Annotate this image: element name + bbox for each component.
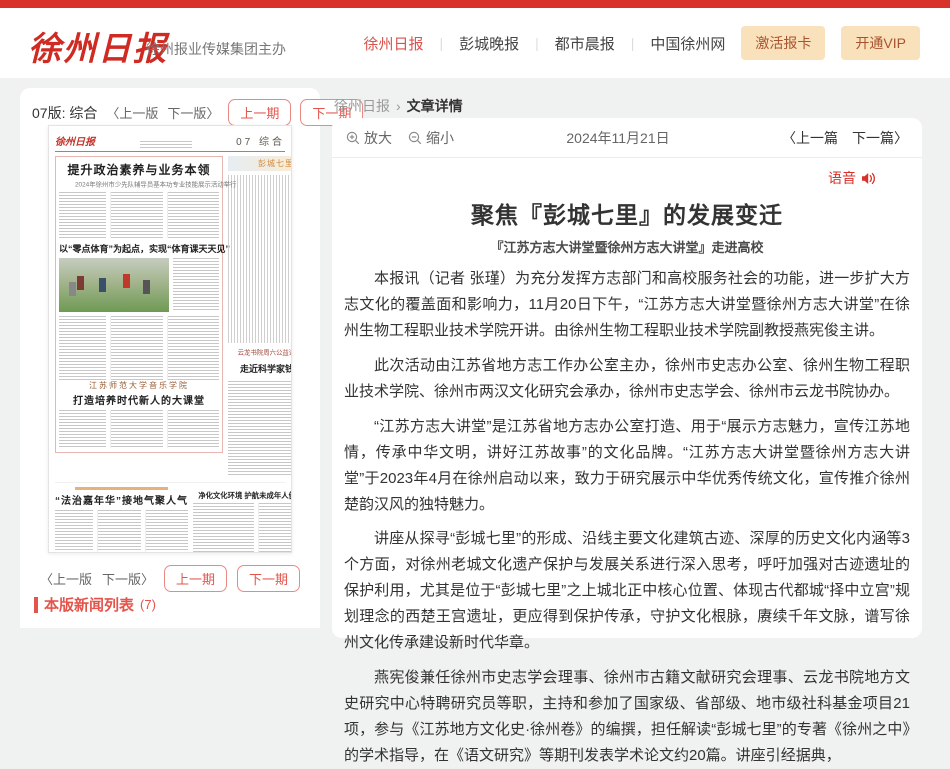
thumb-vertical-headline-block: 『江苏方志大讲堂暨徐州方志大讲堂』走进高校 聚焦『彭城七里』的发展变迁 bbox=[228, 175, 292, 343]
page-label: 07版: 综合 bbox=[32, 103, 97, 123]
breadcrumb-separator: › bbox=[396, 98, 401, 114]
thumb-photo bbox=[59, 258, 169, 312]
page-preview-panel: 07版: 综合 〈上一版 下一版〉 上一期 下一期 徐州日报 07 综合 提升政… bbox=[20, 88, 320, 628]
next-page-link-bottom[interactable]: 下一版〉 bbox=[102, 569, 154, 588]
nav-item-city-morning[interactable]: 都市晨报 bbox=[555, 33, 615, 54]
news-list-title: 本版新闻列表 bbox=[44, 594, 134, 615]
thumb-text-columns bbox=[59, 192, 219, 238]
page-nav-bottom: 〈上一版 下一版〉 上一期 下一期 bbox=[20, 565, 320, 592]
article-paragraph: 燕宪俊兼任徐州市史志学会理事、徐州市古籍文献研究会理事、云龙书院地方文史研究中心… bbox=[344, 665, 910, 769]
thumb-lead-article: 提升政治素养与业务本领 2024年徐州市少先队辅导员基本功专业技能展示活动举行 … bbox=[55, 156, 223, 453]
thumb-text-columns bbox=[193, 503, 292, 553]
thumb-headline-5: “法治嘉年华”接地气聚人气 bbox=[55, 492, 188, 507]
breadcrumb: 徐州日报 › 文章详情 bbox=[334, 96, 463, 116]
prev-page-link-bottom[interactable]: 〈上一版 bbox=[40, 569, 92, 588]
thumb-text-columns bbox=[59, 316, 219, 380]
voice-button[interactable]: 语音 bbox=[828, 168, 876, 188]
zoom-in-label: 放大 bbox=[364, 128, 392, 148]
prev-issue-button-bottom[interactable]: 上一期 bbox=[164, 565, 227, 592]
news-list-heading: 本版新闻列表 (7) bbox=[34, 594, 156, 615]
article-paragraph: “江苏方志大讲堂”是江苏省地方志办公室打造、用于“展示方志魅力，宣传江苏地情，传… bbox=[344, 414, 910, 518]
thumb-bottom-left-article: “法治嘉年华”接地气聚人气 bbox=[55, 487, 188, 553]
thumb-headline-1: 提升政治素养与业务本领 bbox=[59, 161, 219, 178]
voice-label: 语音 bbox=[828, 168, 856, 188]
thumb-subhead-1: 2024年徐州市少先队辅导员基本功专业技能展示活动举行 bbox=[75, 180, 203, 189]
zoom-out-button[interactable]: 缩小 bbox=[408, 128, 454, 148]
thumb-kicker-4: 云龙书院周六公益讲座预告 bbox=[238, 348, 292, 357]
news-list-accent-bar bbox=[34, 597, 38, 613]
zoom-out-label: 缩小 bbox=[426, 128, 454, 148]
nav-item-china-xuzhou-net[interactable]: 中国徐州网 bbox=[650, 33, 725, 54]
article-toolbar: 放大 缩小 2024年11月21日 〈上一篇 下一篇〉 bbox=[332, 118, 922, 158]
nav-separator: | bbox=[535, 35, 539, 51]
thumb-headline-3: 打造培养时代新人的大课堂 bbox=[59, 392, 219, 407]
thumb-masthead: 徐州日报 07 综合 bbox=[55, 133, 285, 152]
thumb-text-columns bbox=[55, 510, 188, 553]
top-accent-bar bbox=[0, 0, 950, 8]
zoom-in-button[interactable]: 放大 bbox=[346, 128, 392, 148]
article-title: 聚焦『彭城七里』的发展变迁 bbox=[362, 196, 892, 230]
next-article-link[interactable]: 下一篇〉 bbox=[852, 128, 908, 148]
thumb-text-col bbox=[173, 258, 219, 312]
article-subtitle: 『江苏方志大讲堂暨徐州方志大讲堂』走进高校 bbox=[352, 237, 902, 256]
prev-issue-button[interactable]: 上一期 bbox=[228, 99, 291, 126]
thumb-paper-logo: 徐州日报 bbox=[55, 133, 95, 148]
thumb-text-columns bbox=[59, 410, 219, 448]
thumb-vert-text bbox=[228, 175, 291, 343]
article-panel: 放大 缩小 2024年11月21日 〈上一篇 下一篇〉 语音 bbox=[332, 118, 922, 638]
next-issue-button-bottom[interactable]: 下一期 bbox=[237, 565, 300, 592]
article-date: 2024年11月21日 bbox=[566, 128, 669, 148]
article-paragraph: 此次活动由江苏省地方志工作办公室主办，徐州市史志办公室、徐州生物工程职业技术学院… bbox=[344, 353, 910, 405]
site-header: 徐州日报 徐州报业传媒集团主办 徐州日报 | 彭城晚报 | 都市晨报 | 中国徐… bbox=[0, 8, 950, 78]
thumb-banner: 彭城七里 bbox=[228, 156, 292, 171]
article-paragraph: 讲座从探寻“彭城七里”的形成、沿线主要文化建筑古迹、深厚的历史文化内涵等3个方面… bbox=[344, 526, 910, 656]
open-vip-button[interactable]: 开通VIP bbox=[841, 26, 920, 60]
thumb-date-lines bbox=[140, 141, 192, 148]
header-nav: 徐州日报 | 彭城晚报 | 都市晨报 | 中国徐州网 激活报卡 开通VIP bbox=[363, 8, 920, 78]
newspaper-page-thumbnail[interactable]: 徐州日报 07 综合 提升政治素养与业务本领 2024年徐州市少先队辅导员基本功… bbox=[48, 125, 292, 553]
zoom-out-icon bbox=[408, 131, 422, 145]
thumb-headline-4: 走近科学家钱学森 bbox=[228, 362, 292, 375]
nav-item-pengcheng-evening[interactable]: 彭城晚报 bbox=[459, 33, 519, 54]
activate-card-button[interactable]: 激活报卡 bbox=[741, 26, 825, 60]
next-page-link[interactable]: 下一版〉 bbox=[167, 103, 219, 122]
thumb-kicker-3: 江苏师范大学音乐学院 bbox=[59, 380, 219, 391]
article-paragraph: 本报讯（记者 张瑾）为充分发挥方志部门和高校服务社会的功能，进一步扩大方志文化的… bbox=[344, 266, 910, 344]
thumb-bottom-right-article: 净化文化环境 护航未成年人健康成长 bbox=[193, 487, 292, 553]
breadcrumb-current: 文章详情 bbox=[407, 96, 463, 116]
speaker-icon bbox=[861, 172, 876, 185]
thumb-kicker-line bbox=[75, 487, 168, 490]
thumb-text-col bbox=[228, 381, 292, 477]
thumb-headline-6: 净化文化环境 护航未成年人健康成长 bbox=[198, 490, 292, 500]
nav-separator: | bbox=[439, 35, 443, 51]
prev-page-link[interactable]: 〈上一版 bbox=[106, 103, 158, 122]
thumb-page-number: 07 综合 bbox=[236, 133, 285, 148]
prev-article-link[interactable]: 〈上一篇 bbox=[782, 128, 838, 148]
zoom-in-icon bbox=[346, 131, 360, 145]
article-body: 本报讯（记者 张瑾）为充分发挥方志部门和高校服务社会的功能，进一步扩大方志文化的… bbox=[332, 256, 922, 769]
breadcrumb-root[interactable]: 徐州日报 bbox=[334, 96, 390, 116]
site-tagline: 徐州报业传媒集团主办 bbox=[146, 39, 286, 59]
nav-separator: | bbox=[631, 35, 635, 51]
thumb-headline-2: 以“零点体育”为起点，实现“体育课天天见” bbox=[59, 242, 219, 255]
nav-item-xuzhou-daily[interactable]: 徐州日报 bbox=[363, 33, 423, 54]
news-list-count: (7) bbox=[140, 597, 156, 612]
